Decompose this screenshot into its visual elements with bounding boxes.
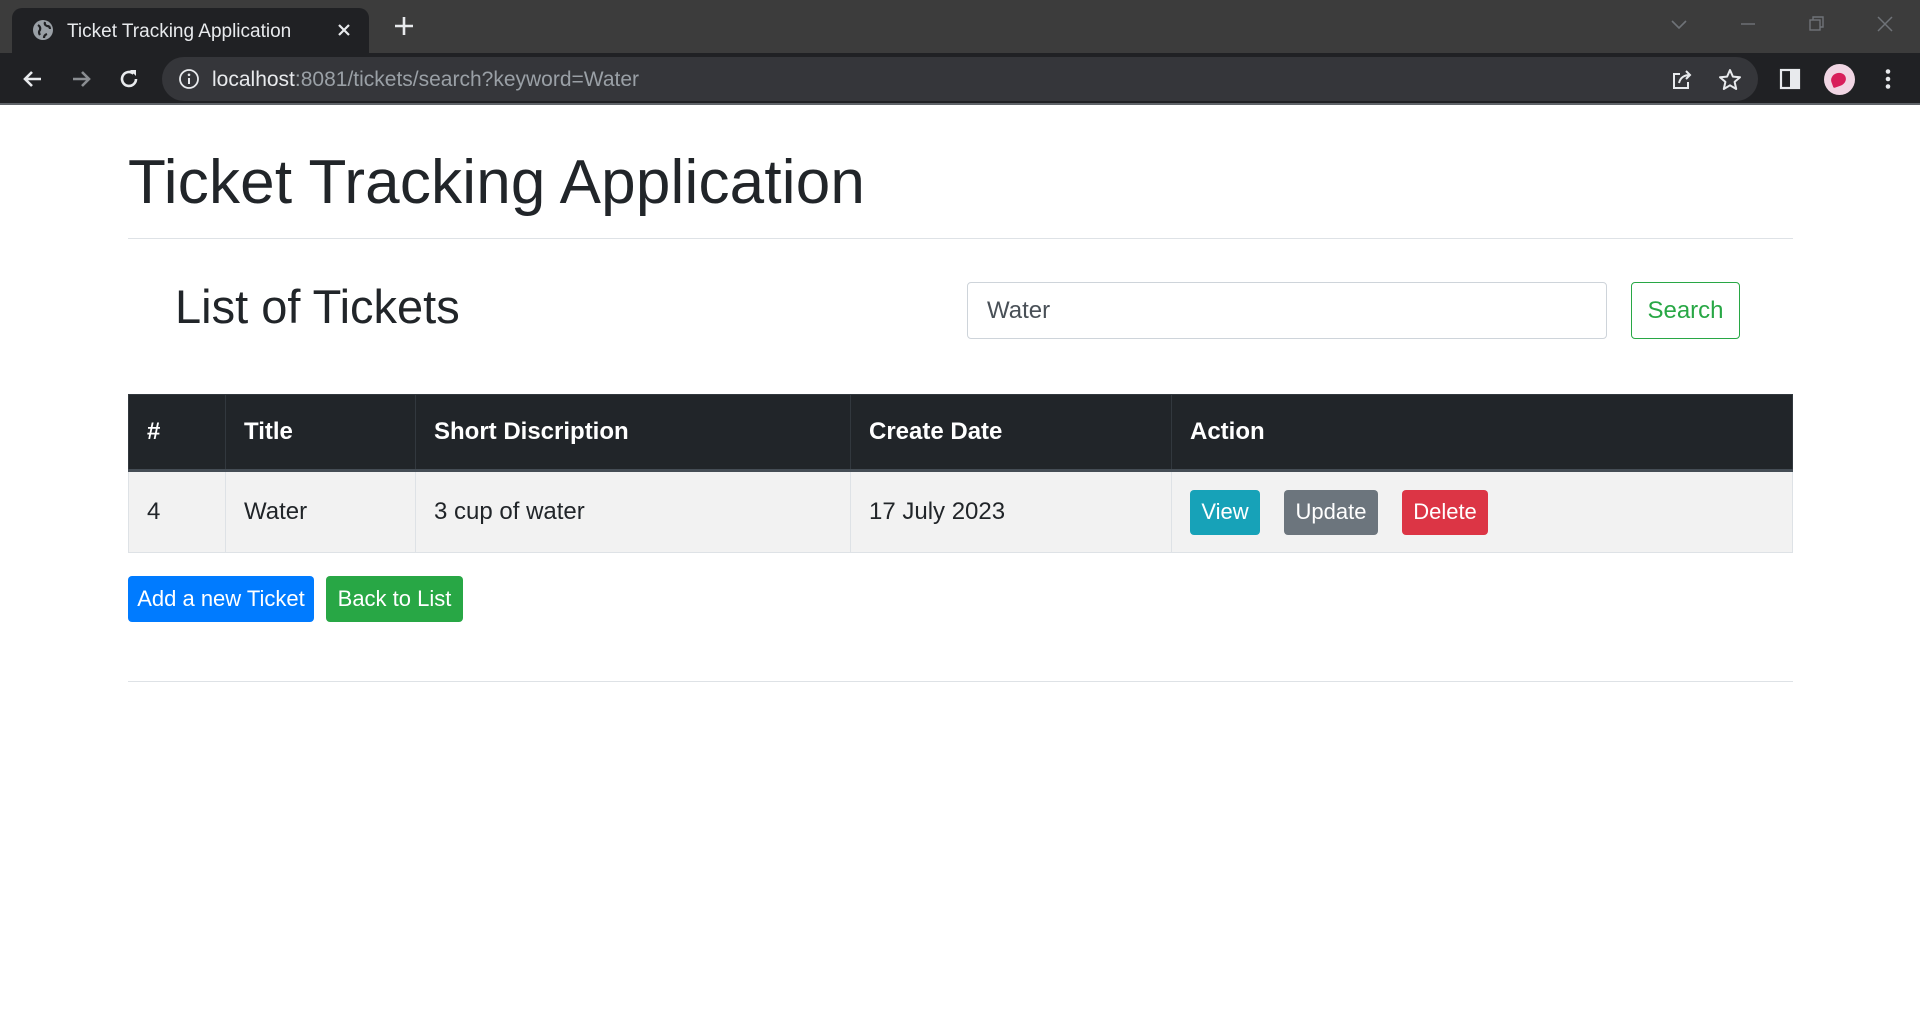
header-create-date: Create Date bbox=[850, 394, 1172, 472]
table-header-row: # Title Short Discription Create Date Ac… bbox=[128, 394, 1793, 472]
info-icon[interactable] bbox=[178, 68, 200, 90]
tab-title: Ticket Tracking Application bbox=[67, 21, 292, 42]
more-menu-icon[interactable] bbox=[1874, 65, 1902, 93]
forward-icon[interactable] bbox=[67, 65, 95, 93]
add-ticket-button[interactable]: Add a new Ticket bbox=[128, 576, 314, 622]
divider bbox=[128, 238, 1793, 239]
cell-title: Water bbox=[225, 470, 416, 553]
reload-icon[interactable] bbox=[115, 65, 143, 93]
list-heading: List of Tickets bbox=[175, 280, 460, 333]
address-bar[interactable]: localhost:8081/tickets/search?keyword=Wa… bbox=[162, 57, 1758, 101]
back-to-list-button[interactable]: Back to List bbox=[326, 576, 463, 622]
header-number: # bbox=[128, 394, 226, 472]
delete-button[interactable]: Delete bbox=[1402, 489, 1488, 535]
new-tab-icon[interactable] bbox=[391, 13, 417, 39]
divider bbox=[128, 681, 1793, 682]
tickets-table: # Title Short Discription Create Date Ac… bbox=[128, 394, 1793, 553]
browser-toolbar: localhost:8081/tickets/search?keyword=Wa… bbox=[0, 53, 1920, 105]
page-content: Ticket Tracking Application List of Tick… bbox=[0, 107, 1920, 1009]
profile-avatar[interactable] bbox=[1824, 64, 1855, 95]
share-icon[interactable] bbox=[1669, 67, 1695, 93]
cell-description: 3 cup of water bbox=[415, 470, 851, 553]
search-input[interactable] bbox=[967, 282, 1607, 339]
url-text[interactable]: localhost:8081/tickets/search?keyword=Wa… bbox=[212, 68, 639, 92]
header-title: Title bbox=[225, 394, 416, 472]
minimize-icon[interactable] bbox=[1734, 10, 1762, 38]
cell-actions: View Update Delete bbox=[1171, 470, 1793, 553]
restore-icon[interactable] bbox=[1802, 10, 1830, 38]
url-path: :8081/tickets/search?keyword=Water bbox=[294, 68, 640, 91]
update-button[interactable]: Update bbox=[1284, 489, 1378, 535]
search-button[interactable]: Search bbox=[1631, 282, 1740, 339]
browser-tab[interactable]: Ticket Tracking Application bbox=[12, 8, 369, 53]
back-icon[interactable] bbox=[19, 65, 47, 93]
close-window-icon[interactable] bbox=[1871, 10, 1899, 38]
view-button[interactable]: View bbox=[1190, 489, 1260, 535]
url-host: localhost bbox=[212, 68, 295, 91]
page-title: Ticket Tracking Application bbox=[128, 148, 866, 217]
bookmark-star-icon[interactable] bbox=[1717, 67, 1743, 93]
side-panel-icon[interactable] bbox=[1776, 65, 1804, 93]
browser-tab-bar: Ticket Tracking Application bbox=[0, 0, 1920, 53]
close-tab-icon[interactable] bbox=[333, 19, 355, 41]
cell-id: 4 bbox=[128, 470, 226, 553]
header-action: Action bbox=[1171, 394, 1793, 472]
table-row: 4 Water 3 cup of water 17 July 2023 View… bbox=[128, 470, 1793, 553]
globe-icon bbox=[33, 20, 53, 40]
cell-create-date: 17 July 2023 bbox=[850, 470, 1172, 553]
header-description: Short Discription bbox=[415, 394, 851, 472]
tab-search-icon[interactable] bbox=[1665, 10, 1693, 38]
